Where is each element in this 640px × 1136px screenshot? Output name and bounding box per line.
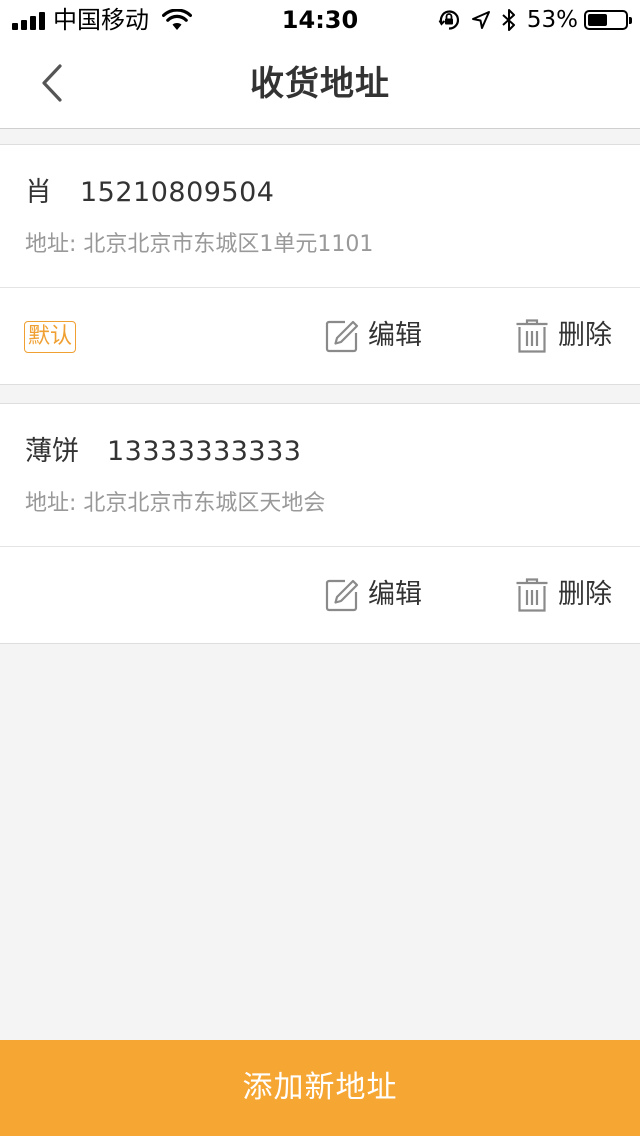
edit-label: 编辑 [368,579,422,610]
address-card: 薄饼 13333333333 地址: 北京北京市东城区天地会 编辑 删除 [0,403,640,644]
edit-icon [325,579,359,612]
address-info[interactable]: 肖 15210809504 地址: 北京北京市东城区1单元1101 [0,145,640,288]
system-icons: 53% [437,6,632,34]
contact-line: 薄饼 13333333333 [25,434,301,470]
address-actions: 默认 编辑 删除 [0,288,640,384]
delete-button[interactable]: 删除 [515,575,612,615]
edit-button[interactable]: 编辑 [325,575,422,615]
battery-percent: 53% [526,7,578,33]
address-card: 肖 15210809504 地址: 北京北京市东城区1单元1101 默认 编辑 删… [0,144,640,385]
contact-phone: 13333333333 [107,436,302,467]
address-info[interactable]: 薄饼 13333333333 地址: 北京北京市东城区天地会 [0,404,640,547]
top-bar: 中国移动 14:30 53% 收货地址 [0,0,640,129]
edit-icon [325,320,359,353]
add-address-button[interactable]: 添加新地址 [0,1040,640,1136]
default-badge: 默认 [24,321,77,353]
delete-label: 删除 [558,320,612,351]
address-text: 地址: 北京北京市东城区1单元1101 [25,232,374,257]
page-title: 收货地址 [250,64,390,104]
bluetooth-icon [502,9,515,31]
trash-icon [516,578,548,612]
status-bar: 中国移动 14:30 53% [0,0,640,40]
battery-icon [584,10,632,30]
edit-label: 编辑 [368,320,422,351]
address-actions: 编辑 删除 [0,547,640,643]
contact-name: 肖 [25,177,52,208]
contact-line: 肖 15210809504 [25,175,274,211]
address-text: 地址: 北京北京市东城区天地会 [25,491,326,516]
delete-button[interactable]: 删除 [515,316,612,356]
contact-name: 薄饼 [25,436,79,467]
delete-label: 删除 [558,579,612,610]
orientation-lock-icon [438,10,459,30]
contact-phone: 15210809504 [80,177,275,208]
edit-button[interactable]: 编辑 [325,316,422,356]
trash-icon [516,319,548,353]
location-icon [471,11,490,29]
